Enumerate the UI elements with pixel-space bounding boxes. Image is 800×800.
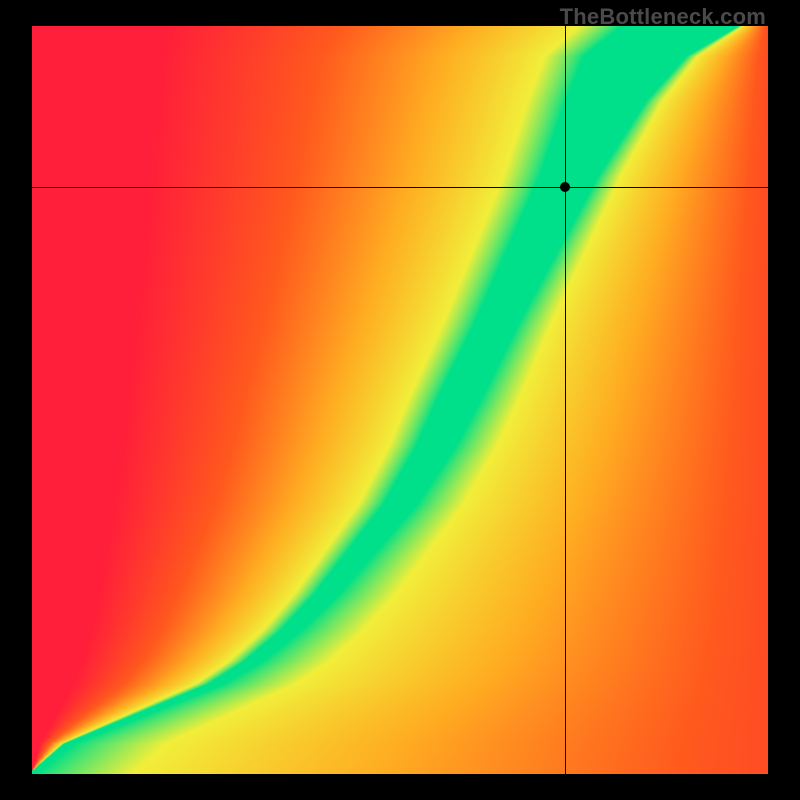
- watermark-text: TheBottleneck.com: [560, 4, 766, 30]
- bottleneck-heatmap: [32, 26, 768, 774]
- heatmap-canvas: [32, 26, 768, 774]
- crosshair-horizontal: [32, 187, 768, 188]
- crosshair-vertical: [565, 26, 566, 774]
- selected-point-marker: [560, 182, 570, 192]
